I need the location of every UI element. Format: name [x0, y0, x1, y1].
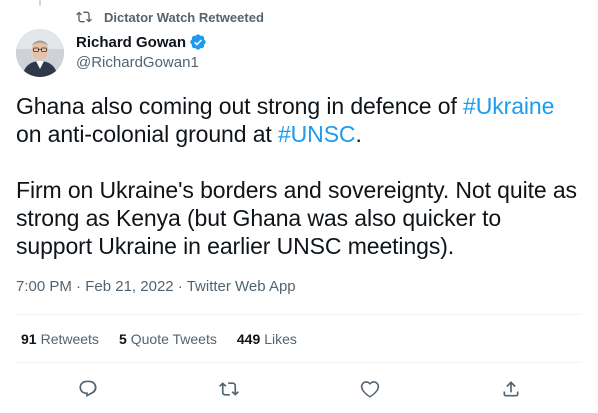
hashtag-link-ukraine[interactable]: #Ukraine — [463, 93, 554, 119]
tweet-source[interactable]: Twitter Web App — [187, 278, 296, 295]
share-icon — [501, 379, 521, 399]
divider — [16, 314, 582, 315]
hashtag-link-unsc[interactable]: #UNSC — [278, 121, 356, 147]
thread-connector-line — [39, 0, 41, 6]
retweet-button[interactable] — [216, 376, 242, 402]
tweet-paragraph-1: Ghana also coming out strong in defence … — [16, 92, 582, 148]
reply-button[interactable] — [75, 376, 101, 402]
reply-icon — [78, 379, 98, 399]
retweet-context[interactable]: Dictator Watch Retweeted — [76, 9, 264, 25]
quote-tweets-stat[interactable]: 5 Quote Tweets — [119, 331, 217, 347]
likes-label: Likes — [264, 331, 297, 347]
likes-count: 449 — [236, 331, 261, 347]
tweet-paragraph-2: Firm on Ukraine's borders and sovereignt… — [16, 177, 577, 259]
divider — [16, 362, 582, 363]
quote-tweets-count: 5 — [118, 331, 127, 347]
share-button[interactable] — [498, 376, 524, 402]
retweets-count: 91 — [21, 331, 37, 347]
author-handle[interactable]: @RichardGowan1 — [76, 54, 207, 71]
quote-tweets-label: Quote Tweets — [130, 331, 217, 347]
tweet-metadata: 7:00 PM · Feb 21, 2022 · Twitter Web App — [16, 278, 296, 295]
retweet-icon — [76, 9, 92, 25]
author-block: Richard Gowan @RichardGowan1 — [76, 32, 207, 71]
retweets-label: Retweets — [40, 331, 99, 347]
retweet-icon — [219, 379, 239, 399]
tweet-text-segment: . — [355, 121, 362, 147]
retweet-context-label: Dictator Watch Retweeted — [104, 9, 264, 25]
tweet-text-segment: Ghana also coming out strong in defence … — [16, 93, 464, 119]
likes-stat[interactable]: 449 Likes — [237, 331, 297, 347]
retweets-stat[interactable]: 91 Retweets — [21, 331, 99, 347]
like-button[interactable] — [357, 376, 383, 402]
meta-separator: · — [71, 278, 86, 295]
avatar[interactable] — [16, 29, 64, 77]
meta-separator: · — [173, 278, 187, 295]
tweet-text-segment: on anti-colonial ground at — [16, 121, 278, 147]
tweet-text: Ghana also coming out strong in defence … — [16, 92, 582, 260]
like-icon — [360, 379, 380, 399]
engagement-stats: 91 Retweets 5 Quote Tweets 449 Likes — [21, 331, 317, 347]
author-display-name[interactable]: Richard Gowan — [76, 34, 186, 51]
tweet-date[interactable]: Feb 21, 2022 — [85, 278, 173, 295]
verified-badge-icon — [189, 33, 207, 51]
tweet-actions — [16, 376, 582, 402]
tweet-time[interactable]: 7:00 PM — [16, 278, 72, 295]
